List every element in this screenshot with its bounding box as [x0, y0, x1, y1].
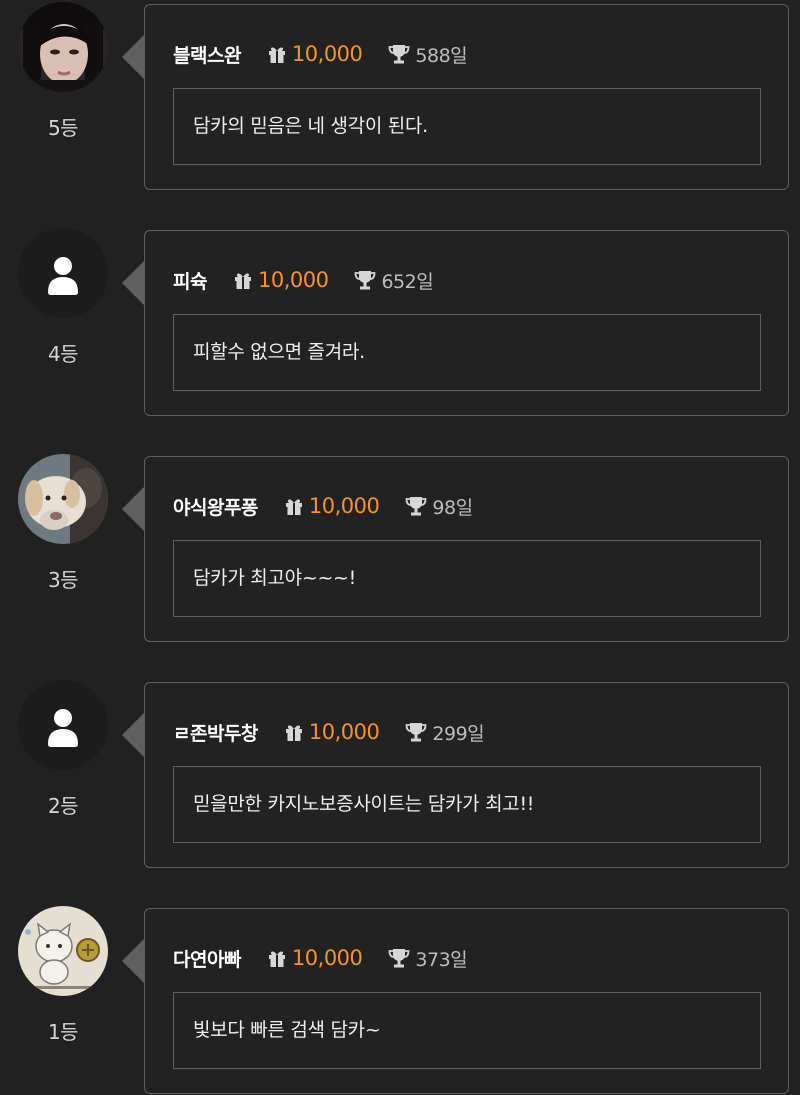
points-value: 10,000 — [308, 494, 380, 518]
days-count: 98일 — [432, 496, 473, 519]
gift-icon — [285, 499, 302, 515]
days-count: 652일 — [381, 270, 434, 293]
comment-entry: 3등 야식왕푸퐁 10,000 98일 담카가 최고야~~~! — [0, 452, 800, 642]
points-value: 10,000 — [308, 720, 380, 744]
card-pointer — [122, 260, 145, 306]
nickname[interactable]: 피슉 — [173, 267, 207, 294]
comment-header: 다연아빠 10,000 373일 — [173, 943, 468, 973]
trophy-icon — [405, 723, 427, 742]
gift-icon — [268, 47, 285, 63]
points-value: 10,000 — [291, 946, 363, 970]
default-user-icon — [18, 228, 108, 318]
comment-card: 피슉 10,000 652일 피할수 없으면 즐겨라. — [144, 230, 789, 416]
comment-entry: 4등 피슉 10,000 652일 피할수 없으면 즐겨라. — [0, 226, 800, 416]
points-value: 10,000 — [257, 268, 329, 292]
comment-card: 다연아빠 10,000 373일 빛보다 빠른 검색 담카~ — [144, 908, 789, 1094]
trophy-icon — [389, 949, 410, 968]
comment-message: 믿을만한 카지노보증사이트는 담카가 최고!! — [173, 766, 761, 843]
avatar[interactable] — [18, 2, 108, 92]
photo-woman-icon — [18, 2, 108, 92]
rank-label: 2등 — [47, 794, 79, 818]
gift-icon — [285, 725, 302, 741]
card-pointer — [122, 34, 145, 80]
avatar[interactable] — [18, 906, 108, 996]
days-count: 588일 — [415, 44, 468, 67]
drawing-cat-icon — [18, 906, 108, 996]
trophy-icon — [389, 45, 410, 64]
comment-list: 5등 블랙스완 10,000 588일 담카의 믿음은 네 생각이 된다. 4등… — [0, 0, 800, 1095]
gift-icon — [234, 273, 251, 289]
nickname[interactable]: ㄹ존박두창 — [173, 719, 258, 746]
comment-message: 담카의 믿음은 네 생각이 된다. — [173, 88, 761, 165]
trophy-icon — [405, 497, 427, 516]
comment-entry: 2등 ㄹ존박두창 10,000 299일 믿을만한 카지노보증사이트는 담카가 … — [0, 678, 800, 868]
comment-card: 야식왕푸퐁 10,000 98일 담카가 최고야~~~! — [144, 456, 789, 642]
rank-label: 4등 — [47, 342, 79, 366]
default-user-icon — [18, 680, 108, 770]
comment-card: ㄹ존박두창 10,000 299일 믿을만한 카지노보증사이트는 담카가 최고!… — [144, 682, 789, 868]
rank-label: 1등 — [47, 1020, 79, 1044]
trophy-icon — [355, 271, 376, 290]
avatar[interactable] — [18, 680, 108, 770]
nickname[interactable]: 야식왕푸퐁 — [173, 493, 258, 520]
gift-icon — [268, 951, 285, 967]
rank-label: 5등 — [47, 116, 79, 140]
comment-header: ㄹ존박두창 10,000 299일 — [173, 717, 485, 747]
card-pointer — [122, 938, 145, 984]
comment-message: 피할수 없으면 즐겨라. — [173, 314, 761, 391]
comment-entry: 5등 블랙스완 10,000 588일 담카의 믿음은 네 생각이 된다. — [0, 0, 800, 190]
nickname[interactable]: 블랙스완 — [173, 41, 241, 68]
avatar[interactable] — [18, 228, 108, 318]
comment-header: 블랙스완 10,000 588일 — [173, 39, 468, 69]
card-pointer — [122, 712, 145, 758]
days-count: 299일 — [432, 722, 485, 745]
card-pointer — [122, 486, 145, 532]
comment-card: 블랙스완 10,000 588일 담카의 믿음은 네 생각이 된다. — [144, 4, 789, 190]
comment-header: 피슉 10,000 652일 — [173, 265, 434, 295]
days-count: 373일 — [415, 948, 468, 971]
comment-message: 빛보다 빠른 검색 담카~ — [173, 992, 761, 1069]
points-value: 10,000 — [291, 42, 363, 66]
avatar[interactable] — [18, 454, 108, 544]
comment-message: 담카가 최고야~~~! — [173, 540, 761, 617]
comment-header: 야식왕푸퐁 10,000 98일 — [173, 491, 473, 521]
photo-dog-icon — [18, 454, 108, 544]
rank-label: 3등 — [47, 568, 79, 592]
nickname[interactable]: 다연아빠 — [173, 945, 241, 972]
comment-entry: 1등 다연아빠 10,000 373일 빛보다 빠른 검색 담카~ — [0, 904, 800, 1094]
